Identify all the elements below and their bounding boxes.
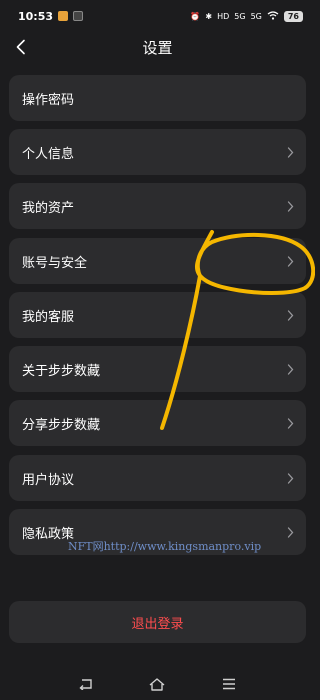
home-icon <box>150 678 165 691</box>
wifi-icon <box>267 10 279 22</box>
logout-label: 退出登录 <box>131 616 184 632</box>
chevron-right-icon <box>287 472 294 484</box>
chevron-right-icon <box>287 146 294 158</box>
bluetooth-icon: ✱ <box>205 11 213 21</box>
watermark-text: NFT网http://www.kingsmanpro.vip <box>68 540 262 553</box>
back-button[interactable] <box>10 36 32 58</box>
menu-item-customer-service[interactable]: 我的客服 <box>9 292 306 338</box>
chevron-right-icon <box>287 363 294 375</box>
menu-item-about[interactable]: 关于步步数藏 <box>9 346 306 392</box>
nav-back-button[interactable] <box>74 672 98 696</box>
menu-item-operation-password[interactable]: 操作密码 <box>9 75 306 121</box>
page-title: 设置 <box>142 38 173 57</box>
nav-home-button[interactable] <box>145 672 169 696</box>
chevron-right-icon <box>287 417 294 429</box>
chevron-left-icon <box>16 39 25 55</box>
menu-item-personal-info[interactable]: 个人信息 <box>9 129 306 175</box>
chevron-right-icon <box>287 200 294 212</box>
menu-item-label: 用户协议 <box>22 472 75 488</box>
signal-5g-icon: 5G <box>250 11 262 21</box>
menu-item-label: 我的资产 <box>22 200 75 216</box>
notification-app-icon <box>73 11 84 21</box>
menu-item-share[interactable]: 分享步步数藏 <box>9 400 306 446</box>
logout-button[interactable]: 退出登录 <box>9 601 306 643</box>
status-bar: 10:53 ⏰ ✱ HD 5G 5G 76 <box>0 0 315 32</box>
hd-indicator: HD <box>217 11 230 21</box>
menu-item-label: 操作密码 <box>22 92 75 108</box>
signal-5g-icon: 5G <box>234 11 246 21</box>
menu-icon <box>223 678 236 690</box>
nav-menu-button[interactable] <box>217 672 241 696</box>
back-icon <box>79 679 92 690</box>
menu-item-account-security[interactable]: 账号与安全 <box>9 238 306 284</box>
battery-indicator: 76 <box>283 10 303 22</box>
status-left: 10:53 <box>18 9 84 23</box>
menu-item-label: 个人信息 <box>22 146 75 162</box>
status-right: ⏰ ✱ HD 5G 5G 76 <box>190 10 303 22</box>
chevron-right-icon <box>287 309 294 321</box>
system-nav-bar <box>0 668 315 700</box>
notification-app-icon <box>58 11 69 21</box>
status-time: 10:53 <box>18 9 54 23</box>
chevron-right-icon <box>287 526 294 538</box>
header: 设置 <box>0 32 315 62</box>
menu-item-label: 关于步步数藏 <box>22 363 101 379</box>
menu-item-label: 账号与安全 <box>22 255 88 271</box>
chevron-right-icon <box>287 255 294 267</box>
menu-item-user-agreement[interactable]: 用户协议 <box>9 455 306 501</box>
menu-item-my-assets[interactable]: 我的资产 <box>9 183 306 229</box>
menu-item-label: 我的客服 <box>22 309 75 325</box>
alarm-icon: ⏰ <box>190 11 201 21</box>
menu-item-label: 分享步步数藏 <box>22 417 101 433</box>
menu-item-label: 隐私政策 <box>22 526 75 542</box>
